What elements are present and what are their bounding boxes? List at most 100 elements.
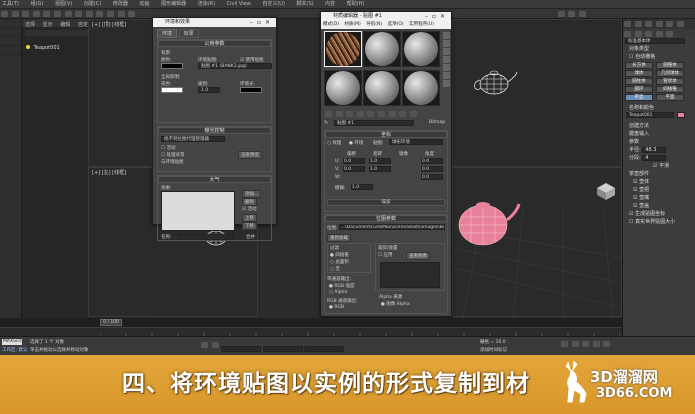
menu-item-civil-view[interactable]: Civil View [227,0,251,9]
add-time-tag-button[interactable]: 添加时间标记 [480,347,507,353]
process-bg-checkbox[interactable]: ☐ 处理背景 [161,152,184,158]
link-icon[interactable] [22,11,30,17]
w-angle-spinner[interactable]: 0.0 [421,174,443,180]
mat-editor-titlebar[interactable]: 材质编辑器 - 贴图 #1 –▫✕ [321,12,451,21]
creation-method-header[interactable]: 创建方法 [623,122,695,130]
crop-values[interactable] [380,262,440,288]
merge-button[interactable]: 合并 [246,234,255,240]
part-handle-checkbox[interactable]: ☑ 壶把 [623,186,695,194]
summed-area-radio[interactable]: ○ 总面积 [330,259,349,265]
mat-menu-utilities[interactable]: 实用程序(U) [409,22,434,27]
move-icon[interactable] [75,11,83,17]
absolute-mode-icon[interactable] [211,342,219,348]
menu-item-create[interactable]: 创建(C) [84,0,101,9]
exposure-select[interactable]: 找不到位图代理管理器 [161,136,225,142]
ambient-color-swatch[interactable] [240,87,262,93]
menu-item-views[interactable]: 视图(V) [55,0,72,9]
backlight-icon[interactable] [443,40,450,47]
cone-button[interactable]: 圆锥体 [656,62,684,69]
play-icon[interactable] [582,341,590,347]
go-to-start-icon[interactable] [561,341,568,347]
viewport-top-label[interactable]: [+] [顶] [线框] [89,20,151,29]
modify-tab-icon[interactable] [634,21,642,27]
display-tab-icon[interactable] [666,21,674,27]
menu-item-animation[interactable]: 动画 [139,0,149,9]
background-icon[interactable] [443,48,450,55]
part-body-checkbox[interactable]: ☑ 壶体 [623,178,695,186]
get-material-icon[interactable] [325,111,332,117]
env-dialog-titlebar[interactable]: 环境和效果 –▫✕ [153,18,276,27]
apply-checkbox[interactable]: ☐ 应用 [378,252,392,258]
show-map-icon[interactable] [399,111,407,117]
hierarchy-tab-icon[interactable] [645,21,653,27]
viewport-perspective[interactable] [452,167,623,318]
exposure-header[interactable]: 曝光控制 [158,127,271,134]
render-preview-button[interactable]: 渲染预览 [238,151,262,159]
scale-icon[interactable] [96,11,104,17]
menu-item-group[interactable]: 组(G) [31,0,44,9]
menu-item-scripting[interactable]: 脚本(S) [297,0,314,9]
smooth-checkbox[interactable]: ☑ 平滑 [623,162,695,170]
window-controls-icon[interactable]: –▫✕ [250,18,274,27]
rgb-radio[interactable]: ● RGB [329,305,344,310]
make-unique-icon[interactable] [367,111,375,117]
lock-icon[interactable] [201,342,208,348]
unlink-icon[interactable] [32,11,40,17]
explorer-tab-edit[interactable]: 编辑 [60,22,70,28]
bind-icon[interactable] [43,11,51,17]
u-offset-spinner[interactable]: 0.0 [343,158,365,164]
sample-slot-5[interactable] [363,69,401,106]
geometry-icon[interactable] [624,31,631,37]
v-angle-spinner[interactable]: 0.0 [421,166,443,172]
gen-mapping-checkbox[interactable]: ☑ 生成贴图坐标 [623,210,695,218]
options-icon[interactable] [443,80,450,87]
helpers-icon[interactable] [666,31,674,37]
track-bar[interactable] [0,327,622,336]
shapes-icon[interactable] [634,31,642,37]
reset-map-icon[interactable] [356,111,364,117]
autogrid-checkbox[interactable]: ☐ 自动栅格 [623,53,695,61]
primitive-type-select[interactable]: 标准基本体 [625,38,685,44]
menu-item-graph-editors[interactable]: 图形编辑器 [161,0,186,9]
sample-slot-6[interactable] [402,69,440,106]
menu-item-customize[interactable]: 自定义(U) [262,0,285,9]
env-map-button[interactable]: 贴图 #1 (BANK3.jpg) [198,63,272,69]
go-to-parent-icon[interactable] [409,111,417,117]
geosphere-button[interactable]: 几何球体 [656,70,684,77]
effects-list[interactable] [161,191,235,231]
object-color-swatch[interactable] [677,112,685,118]
coordinates-header[interactable]: 坐标 [325,131,447,138]
sample-slot-3[interactable] [402,31,440,67]
radius-spinner[interactable]: 48.3 [642,146,667,153]
sample-slot-2[interactable] [363,31,401,67]
pyramid-button[interactable]: 四棱锥 [656,86,684,93]
reload-button[interactable]: 重新加载 [327,234,351,242]
environ-radio[interactable]: ● 环境 [349,140,363,146]
redo-icon[interactable] [11,11,19,17]
atmosphere-header[interactable]: 大气 [158,176,271,183]
background-color-swatch[interactable] [161,63,183,69]
part-spout-checkbox[interactable]: ☑ 壶嘴 [623,194,695,202]
map-type-button[interactable]: Bitmap [429,120,445,125]
u-angle-spinner[interactable]: 0.0 [421,158,443,164]
none-radio[interactable]: ○ 无 [330,266,340,272]
window-controls-icon[interactable]: –▫✕ [425,12,449,21]
map-name-field[interactable]: 贴图 #1 [334,120,414,126]
parameters-header[interactable]: 参数 [623,138,695,146]
plane-button[interactable]: 平面 [656,94,684,101]
keyboard-entry-header[interactable]: 键盘输入 [623,130,695,138]
part-lid-checkbox[interactable]: ☑ 壶盖 [623,202,695,210]
level-spinner[interactable]: 1.0 [198,87,220,93]
time-slider-thumb[interactable]: 0 / 100 [100,319,122,326]
prev-frame-icon[interactable] [571,341,579,347]
put-to-library-icon[interactable] [377,111,385,117]
align-icon[interactable] [128,11,136,17]
name-input[interactable] [178,234,234,240]
snap-icon[interactable] [106,11,114,17]
lights-icon[interactable] [645,31,653,37]
blur-spinner[interactable]: 1.0 [351,184,373,190]
material-id-icon[interactable] [388,111,396,117]
bitmap-path-button[interactable]: ...\Documents\3dsMax\sceneassets\images\… [339,224,445,230]
alpha-radio[interactable]: ○ Alpha [329,290,347,295]
viewcube-icon[interactable] [595,180,617,202]
